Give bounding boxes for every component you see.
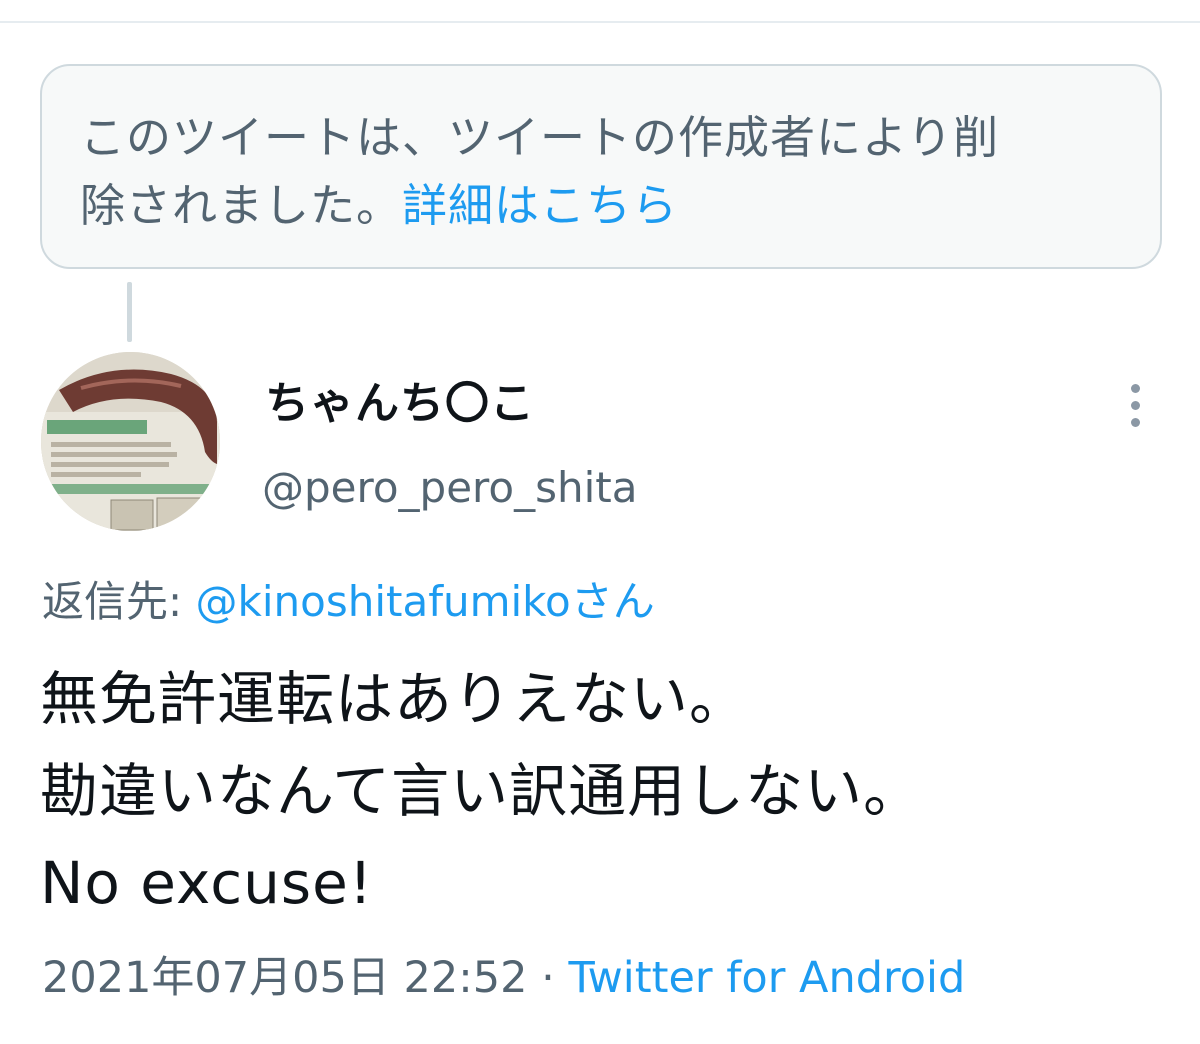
reply-to-mention[interactable]: @kinoshitafumikoさん [196, 577, 655, 626]
author-handle[interactable]: @pero_pero_shita [262, 460, 637, 516]
deleted-notice-text-cont: 除されました。 [80, 179, 403, 232]
more-vertical-icon-dot [1131, 418, 1140, 427]
tweet-text-line: No excuse! [40, 849, 374, 917]
deleted-notice-text: このツイートは、ツイートの作成者により削 [80, 111, 1000, 164]
tweet-meta: 2021年07月05日 22:52 · Twitter for Android [42, 948, 965, 1008]
meta-separator: · [527, 953, 569, 1003]
reply-to-label: 返信先: [42, 577, 196, 626]
avatar-image [41, 352, 220, 531]
tweet-text: 無免許運転はありえない。 勘違いなんて言い訳通用しない。 No excuse! [40, 653, 1160, 929]
tweet-text-line: 勘違いなんて言い訳通用しない。 [40, 757, 923, 825]
tweet-timestamp[interactable]: 2021年07月05日 22:52 [42, 953, 527, 1003]
avatar[interactable] [41, 352, 220, 531]
top-divider [0, 21, 1200, 23]
thread-connector-line [127, 282, 132, 342]
deleted-tweet-notice: このツイートは、ツイートの作成者により削 除されました。詳細はこちら [40, 64, 1162, 269]
tweet-text-line: 無免許運転はありえない。 [40, 665, 749, 733]
more-vertical-icon [1131, 384, 1140, 393]
more-options-button[interactable] [1118, 378, 1154, 434]
more-vertical-icon-dot [1131, 401, 1140, 410]
author-display-name[interactable]: ちゃんち〇こ [265, 376, 535, 432]
reply-to-line: 返信先: @kinoshitafumikoさん [42, 573, 655, 631]
tweet-source-link[interactable]: Twitter for Android [568, 953, 965, 1003]
learn-more-link[interactable]: 詳細はこちら [402, 179, 678, 232]
